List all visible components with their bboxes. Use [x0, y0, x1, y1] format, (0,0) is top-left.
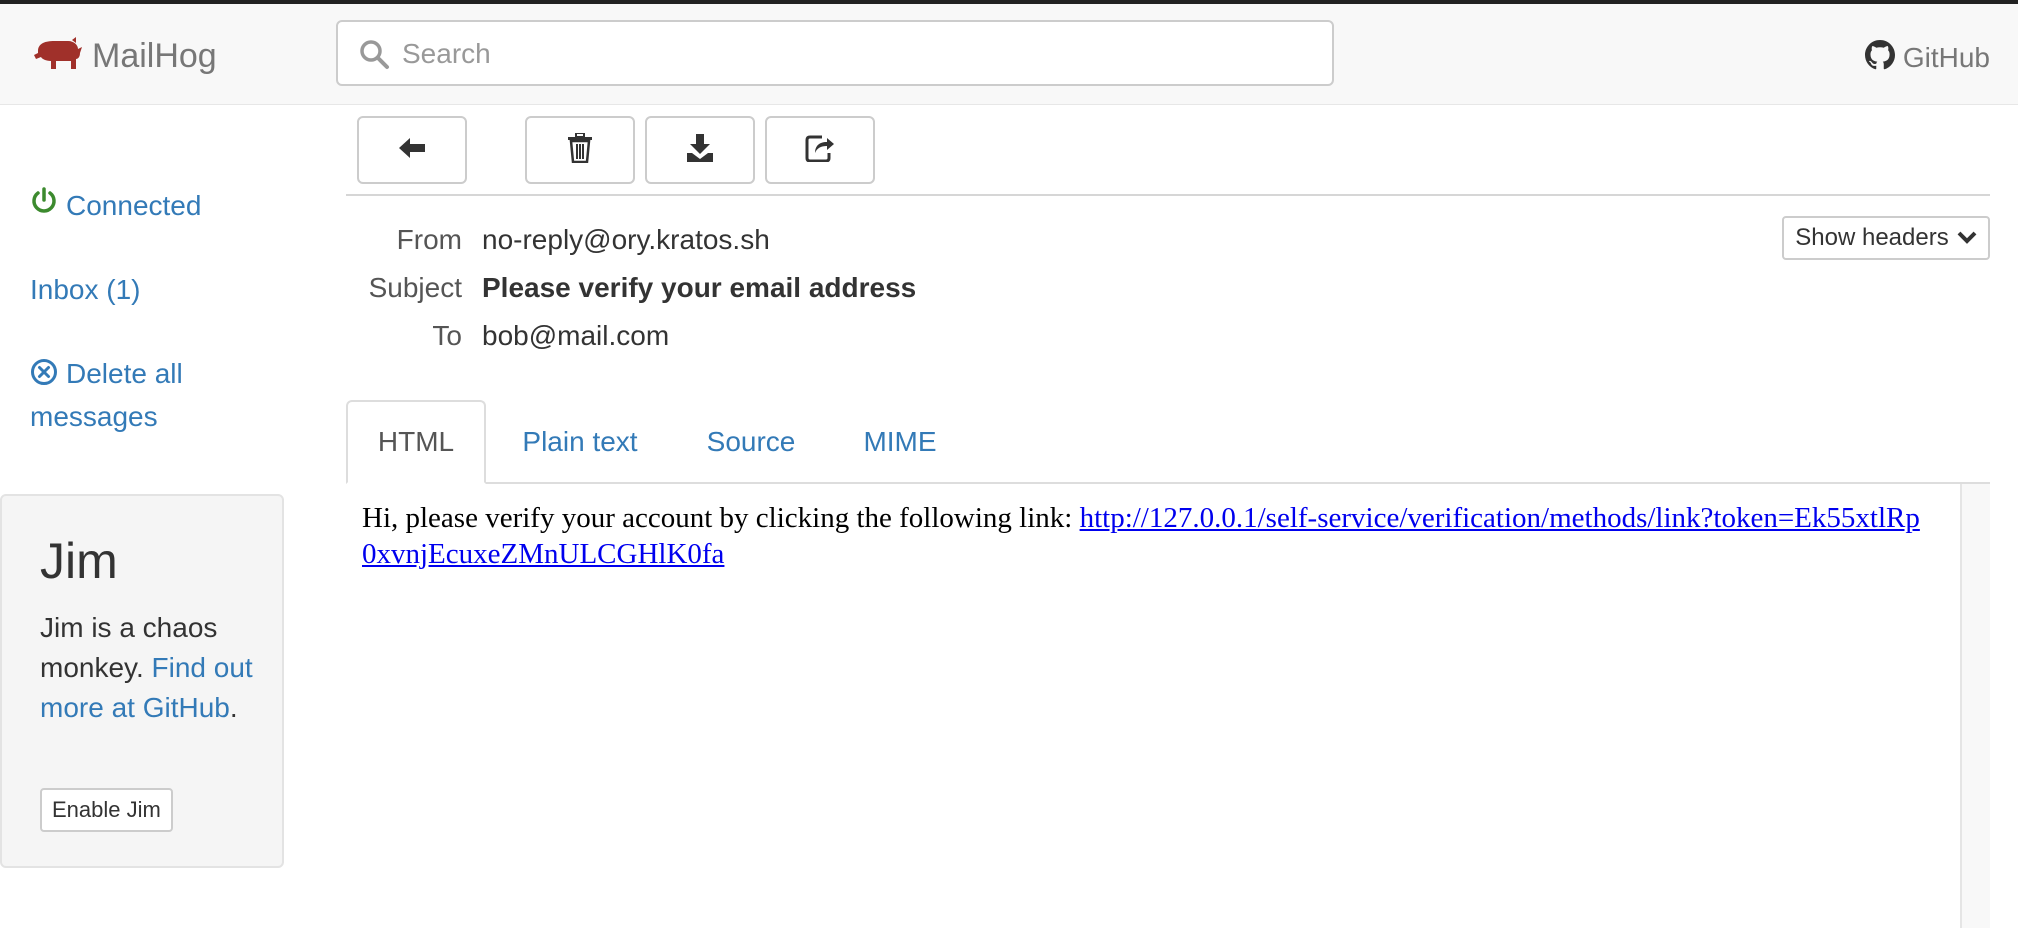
github-link[interactable]: GitHub — [1864, 40, 1990, 75]
show-headers-button[interactable]: Show headers — [1782, 216, 1990, 260]
from-label: From — [396, 224, 462, 255]
share-icon — [805, 134, 835, 167]
tab-html[interactable]: HTML — [346, 400, 486, 484]
from-value: no-reply@ory.kratos.sh — [482, 224, 770, 255]
enable-jim-button[interactable]: Enable Jim — [40, 788, 173, 832]
navbar: MailHog GitHub — [0, 4, 2018, 105]
power-icon — [30, 186, 58, 226]
message-body: Hi, please verify your account by clicki… — [362, 500, 1922, 572]
show-headers-label: Show headers — [1795, 224, 1949, 251]
pig-logo-icon — [32, 36, 82, 76]
tab-source[interactable]: Source — [690, 400, 812, 484]
preview-scrollbar[interactable] — [1960, 484, 1990, 928]
release-button[interactable] — [765, 116, 875, 184]
jim-panel: Jim Jim is a chaos monkey. Find out more… — [0, 494, 284, 868]
github-label: GitHub — [1902, 41, 1990, 73]
download-icon — [686, 133, 714, 168]
search-icon — [358, 38, 390, 70]
trash-icon — [567, 131, 593, 168]
connection-status-label: Connected — [66, 190, 202, 221]
tab-plain-text[interactable]: Plain text — [504, 400, 656, 484]
to-value: bob@mail.com — [482, 320, 670, 351]
message-preview: Hi, please verify your account by clicki… — [346, 484, 1990, 928]
jim-description: Jim is a chaos monkey. Find out more at … — [40, 608, 270, 728]
remove-circle-icon — [30, 357, 58, 397]
connection-status: Connected — [30, 186, 201, 226]
delete-all-messages-link[interactable]: Delete all messages — [30, 354, 270, 437]
search-input[interactable] — [400, 30, 1304, 78]
delete-message-button[interactable] — [525, 116, 635, 184]
jim-title: Jim — [40, 533, 118, 589]
toolbar-divider — [346, 194, 1990, 196]
tab-mime[interactable]: MIME — [846, 400, 954, 484]
download-button[interactable] — [645, 116, 755, 184]
search-box[interactable] — [336, 20, 1334, 86]
jim-description-suffix: . — [229, 692, 238, 723]
inbox-link[interactable]: Inbox (1) — [30, 270, 141, 310]
subject-value: Please verify your email address — [482, 272, 917, 303]
app-title: MailHog — [92, 36, 217, 75]
back-button[interactable] — [357, 116, 467, 184]
chevron-down-icon — [1957, 224, 1977, 252]
arrow-left-icon — [397, 136, 427, 165]
github-icon — [1864, 40, 1895, 75]
to-label: To — [432, 320, 462, 351]
subject-label: Subject — [368, 272, 462, 303]
brand[interactable]: MailHog — [32, 34, 217, 78]
message-body-text: Hi, please verify your account by clicki… — [362, 502, 1073, 534]
